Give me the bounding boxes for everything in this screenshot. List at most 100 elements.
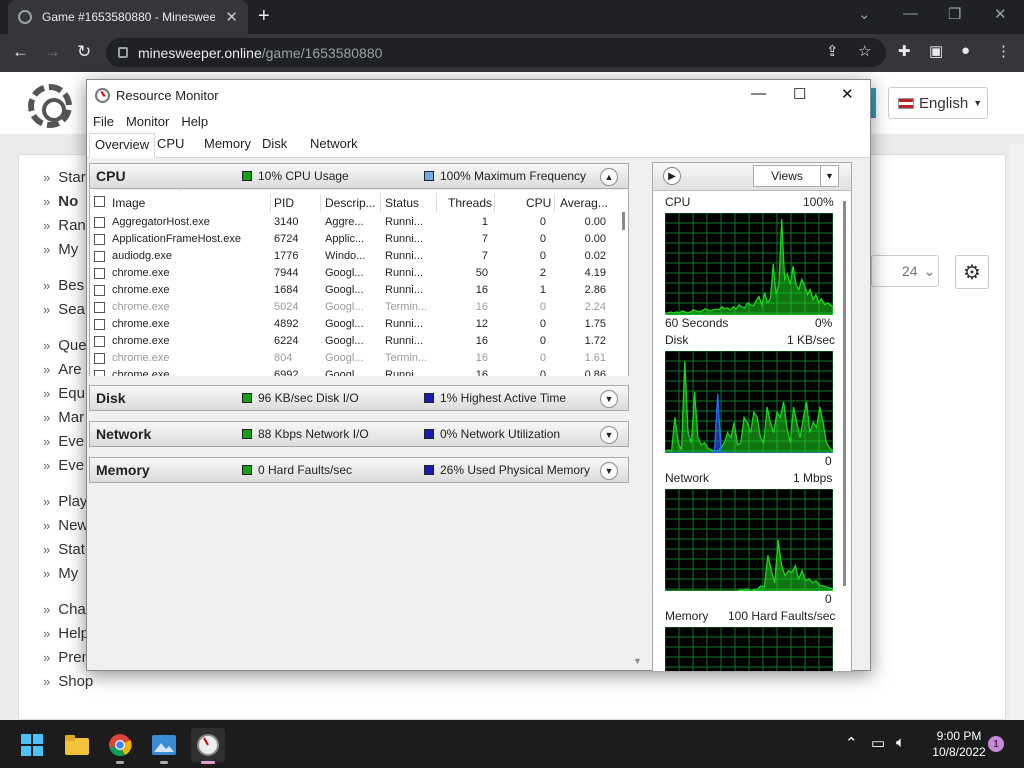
rm-titlebar[interactable]: Resource Monitor — ☐ ✕ (87, 80, 870, 110)
table-row[interactable]: chrome.exe 1684 Googl... Runni... 16 1 2.86 (90, 282, 610, 299)
address-bar[interactable]: minesweeper.online/game/1653580880 (106, 38, 886, 67)
start-button[interactable] (15, 728, 49, 762)
site-side-link[interactable]: » No (43, 193, 78, 210)
reload-icon[interactable]: ↻ (77, 42, 91, 62)
browser-tab[interactable]: Game #1653580880 - Minesweep ✕ (8, 0, 248, 34)
table-row[interactable]: chrome.exe 5024 Googl... Termin... 16 0 2.24 (90, 299, 610, 316)
network-expand-chevron-icon[interactable]: ▼ (600, 426, 618, 444)
tab-close-icon[interactable]: ✕ (225, 8, 238, 26)
network-tray-icon[interactable]: ▭ (871, 734, 885, 752)
row-checkbox[interactable] (94, 251, 105, 262)
col-cpu[interactable]: CPU (526, 196, 551, 210)
site-side-link[interactable]: » Are (43, 361, 82, 378)
site-side-link[interactable]: » My (43, 241, 78, 258)
row-checkbox[interactable] (94, 370, 105, 376)
tab-overview[interactable]: Overview (89, 133, 156, 158)
new-tab-icon[interactable]: + (258, 5, 270, 28)
browser-minimize-icon[interactable]: — (903, 5, 918, 22)
cpu-section-header[interactable]: CPU 10% CPU Usage 100% Maximum Frequency… (89, 163, 629, 189)
share-icon[interactable]: ⇪ (826, 42, 839, 60)
site-side-link[interactable]: » Shop (43, 673, 93, 690)
notification-badge[interactable]: 1 (988, 736, 1004, 752)
site-side-link[interactable]: » Eve (43, 457, 84, 474)
resource-monitor-taskbar-button[interactable] (191, 728, 225, 764)
settings-gear-button[interactable]: ⚙ (955, 255, 989, 289)
row-checkbox[interactable] (94, 336, 105, 347)
disk-expand-chevron-icon[interactable]: ▼ (600, 390, 618, 408)
clock[interactable]: 9:00 PM 10/8/2022 (922, 728, 996, 760)
col-pid[interactable]: PID (274, 196, 294, 210)
level-select[interactable]: 24 ⌄ (871, 255, 939, 287)
graph-pane-scrollbar[interactable] (841, 197, 849, 667)
table-row[interactable]: chrome.exe 6992 Googl... Runni... 16 0 0.86 (90, 367, 610, 376)
rm-close-icon[interactable]: ✕ (841, 85, 854, 103)
disk-section-header[interactable]: Disk 96 KB/sec Disk I/O 1% Highest Activ… (89, 385, 629, 411)
extensions-puzzle-icon[interactable]: ✚ (898, 42, 911, 60)
row-checkbox[interactable] (94, 217, 105, 228)
memory-expand-chevron-icon[interactable]: ▼ (600, 462, 618, 480)
col-average[interactable]: Averag... (560, 196, 608, 210)
site-side-link[interactable]: » Que (43, 337, 87, 354)
tab-network[interactable]: Network (307, 136, 361, 151)
table-row[interactable]: audiodg.exe 1776 Windo... Runni... 7 0 0.02 (90, 248, 610, 265)
rm-minimize-icon[interactable]: — (751, 85, 766, 102)
col-status[interactable]: Status (385, 196, 419, 210)
table-row[interactable]: chrome.exe 7944 Googl... Runni... 50 2 4.19 (90, 265, 610, 282)
page-scrollbar[interactable] (1010, 144, 1024, 768)
views-dropdown-arrow-icon[interactable]: ▼ (820, 166, 838, 186)
tab-cpu[interactable]: CPU (154, 136, 187, 151)
forward-arrow-icon[interactable]: → (44, 42, 61, 62)
bookmark-star-icon[interactable]: ☆ (858, 42, 871, 60)
site-side-link[interactable]: » Sea (43, 301, 85, 318)
site-side-link[interactable]: » Eve (43, 433, 84, 450)
site-side-link[interactable]: » Stat (43, 541, 85, 558)
browser-menu-icon[interactable]: ⋮ (996, 42, 1011, 60)
col-description[interactable]: Descrip... (325, 196, 376, 210)
site-logo-gear-icon[interactable] (28, 84, 72, 128)
cpu-table-scrollbar[interactable] (620, 212, 628, 374)
table-row[interactable]: chrome.exe 4892 Googl... Runni... 12 0 1.75 (90, 316, 610, 333)
views-dropdown[interactable]: Views ▼ (753, 165, 839, 187)
row-checkbox[interactable] (94, 353, 105, 364)
table-row[interactable]: chrome.exe 804 Googl... Termin... 16 0 1.61 (90, 350, 610, 367)
table-row[interactable]: ApplicationFrameHost.exe 6724 Applic... Run… (90, 231, 610, 248)
memory-section-header[interactable]: Memory 0 Hard Faults/sec 26% Used Physic… (89, 457, 629, 483)
select-all-checkbox[interactable] (94, 196, 105, 207)
tab-disk[interactable]: Disk (259, 136, 290, 151)
row-checkbox[interactable] (94, 285, 105, 296)
menu-help[interactable]: Help (181, 114, 208, 129)
profile-icon[interactable]: ● (961, 42, 970, 59)
tab-search-chevron-icon[interactable]: ⌄ (858, 5, 871, 23)
file-explorer-button[interactable] (60, 728, 94, 762)
tab-memory[interactable]: Memory (201, 136, 254, 151)
left-pane-scroll-down-icon[interactable]: ▼ (633, 656, 642, 666)
site-side-link[interactable]: » Bes (43, 277, 84, 294)
volume-tray-icon[interactable]: 🔈︎ (896, 734, 905, 751)
menu-monitor[interactable]: Monitor (126, 114, 169, 129)
table-row[interactable]: chrome.exe 6224 Googl... Runni... 16 0 1.72 (90, 333, 610, 350)
tray-overflow-chevron-icon[interactable]: ⌃ (845, 734, 858, 752)
site-side-link[interactable]: » Star (43, 169, 86, 186)
col-threads[interactable]: Threads (448, 196, 492, 210)
site-side-link[interactable]: » Play (43, 493, 87, 510)
site-side-link[interactable]: » Equ (43, 385, 85, 402)
rm-maximize-icon[interactable]: ☐ (793, 85, 806, 103)
browser-restore-icon[interactable]: ❐ (948, 5, 961, 23)
photos-app-button[interactable] (147, 728, 181, 764)
site-side-link[interactable]: » Help (43, 625, 89, 642)
col-image[interactable]: Image (112, 196, 145, 210)
site-side-link[interactable]: » Cha (43, 601, 86, 618)
network-section-header[interactable]: Network 88 Kbps Network I/O 0% Network U… (89, 421, 629, 447)
back-arrow-icon[interactable]: ← (12, 42, 29, 62)
chrome-button[interactable] (103, 728, 137, 764)
table-row[interactable]: AggregatorHost.exe 3140 Aggre... Runni... 1 0… (90, 214, 610, 231)
row-checkbox[interactable] (94, 319, 105, 330)
site-side-link[interactable]: » My (43, 565, 78, 582)
row-checkbox[interactable] (94, 234, 105, 245)
site-side-link[interactable]: » New (43, 517, 88, 534)
row-checkbox[interactable] (94, 268, 105, 279)
site-side-link[interactable]: » Ran (43, 217, 86, 234)
language-dropdown[interactable]: English ▼ (888, 87, 988, 119)
browser-close-icon[interactable]: ✕ (994, 5, 1007, 23)
side-panel-icon[interactable]: ▣ (929, 42, 943, 60)
